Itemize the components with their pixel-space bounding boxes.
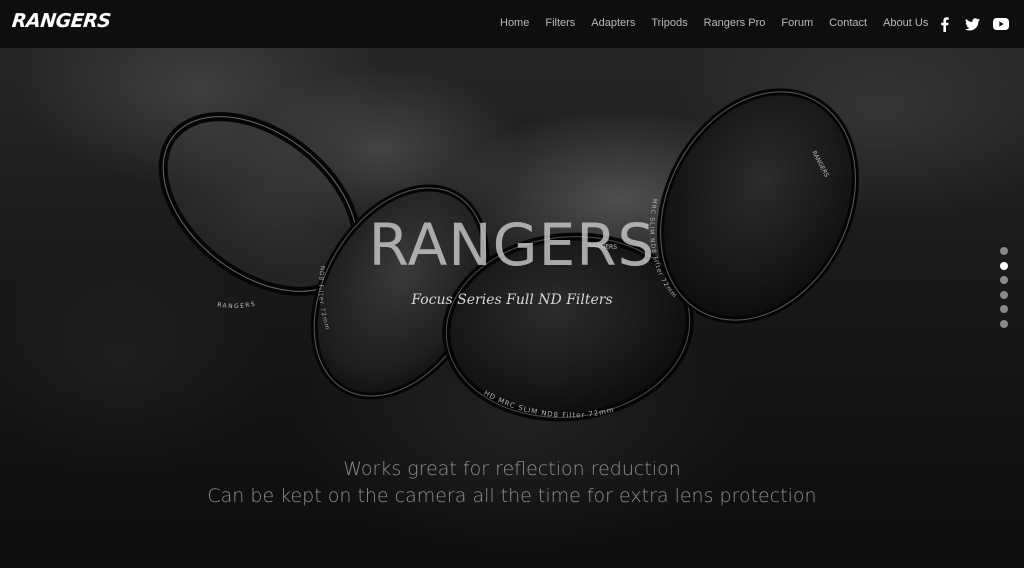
nav-adapters[interactable]: Adapters <box>591 17 635 29</box>
slide-dot-1[interactable] <box>1000 247 1008 255</box>
hero-title: RANGERS <box>368 211 656 279</box>
slider-pagination <box>1000 247 1010 334</box>
nav-filters[interactable]: Filters <box>545 17 575 29</box>
nav-tripods[interactable]: Tripods <box>651 17 687 29</box>
hero-subtitle: Focus Series Full ND Filters <box>411 292 613 308</box>
nav-forum[interactable]: Forum <box>781 17 813 29</box>
facebook-icon[interactable] <box>934 14 954 34</box>
youtube-icon[interactable] <box>991 14 1011 34</box>
slide-dot-6[interactable] <box>1000 319 1008 328</box>
slide-dot-2[interactable] <box>1000 261 1008 270</box>
slide-dot-3[interactable] <box>1000 276 1008 284</box>
nav-about-us[interactable]: About Us <box>883 17 928 29</box>
slide-dot-5[interactable] <box>1000 305 1008 313</box>
main-nav: Home Filters Adapters Tripods Rangers Pr… <box>492 17 936 29</box>
hero-banner: RANGERS ND8 Filter 72mm HD MRC SLIM ND8 … <box>0 0 1024 568</box>
tagline-reflection: Works great for reflection reduction <box>343 458 681 480</box>
top-navbar: RANGERS Home Filters Adapters Tripods Ra… <box>0 0 1024 48</box>
rangers-logo[interactable]: RANGERS <box>11 10 112 32</box>
nav-rangers-pro[interactable]: Rangers Pro <box>704 17 766 29</box>
tagline-protection: Can be kept on the camera all the time f… <box>207 485 817 507</box>
twitter-icon[interactable] <box>962 14 982 34</box>
nav-contact[interactable]: Contact <box>829 17 867 29</box>
slide-dot-4[interactable] <box>1000 290 1008 299</box>
nd-filters-product-image: RANGERS ND8 Filter 72mm HD MRC SLIM ND8 … <box>158 88 859 422</box>
nav-home[interactable]: Home <box>500 17 529 29</box>
